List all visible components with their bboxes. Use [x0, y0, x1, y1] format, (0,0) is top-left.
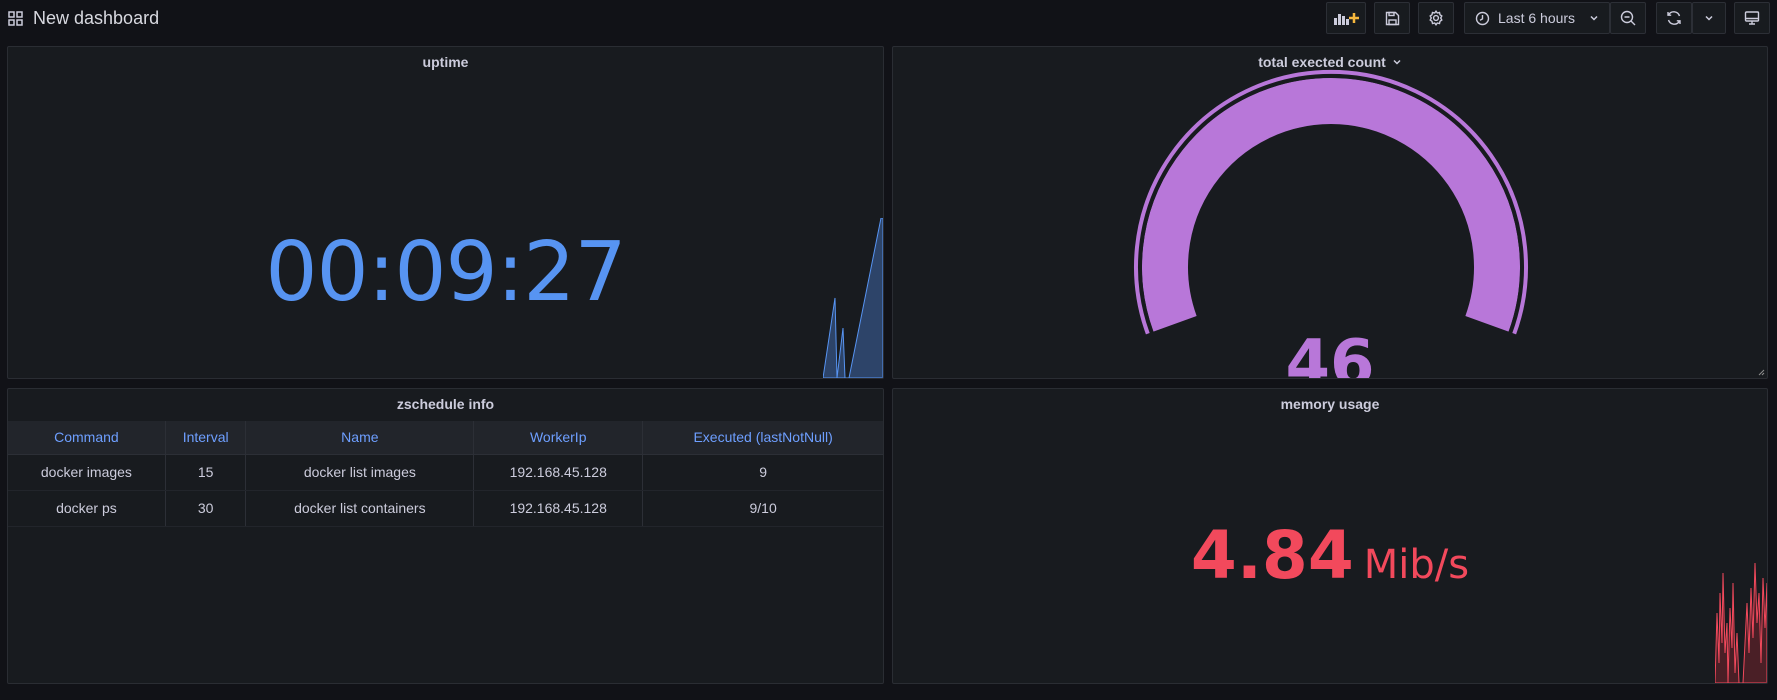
panel-title[interactable]: zschedule info [397, 396, 494, 412]
table-header-row: Command Interval Name WorkerIp Executed … [8, 421, 883, 455]
dashboard-settings-button[interactable] [1418, 2, 1454, 34]
gear-icon [1428, 10, 1444, 26]
table-row: docker ps 30 docker list containers 192.… [8, 490, 883, 527]
dashboard-toolbar: New dashboard Last 6 hours [0, 0, 1777, 38]
table-row: docker images 15 docker list images 192.… [8, 454, 883, 491]
schedule-table: Command Interval Name WorkerIp Executed … [8, 421, 883, 527]
chevron-down-icon [1704, 13, 1714, 23]
save-dashboard-button[interactable] [1374, 2, 1410, 34]
table-cell: 30 [165, 490, 247, 527]
time-range-label: Last 6 hours [1498, 10, 1576, 26]
dashboard-title[interactable]: New dashboard [33, 8, 159, 29]
uptime-value: 00:09:27 [265, 225, 626, 320]
memory-stat: 4.84 Mib/s [893, 517, 1767, 594]
grid-icon [8, 10, 23, 26]
memory-unit: Mib/s [1363, 542, 1470, 588]
table-cell: docker list images [245, 454, 475, 491]
memory-value: 4.84 [1190, 517, 1354, 594]
table-cell: docker list containers [245, 490, 475, 527]
uptime-panel: uptime 00:09:27 [7, 46, 884, 379]
table-cell: 9 [642, 454, 883, 491]
panel-title[interactable]: uptime [423, 54, 469, 70]
table-cell: 15 [165, 454, 247, 491]
executed-count-value: 46 [1285, 327, 1375, 379]
memory-usage-panel: memory usage 4.84 Mib/s [892, 388, 1768, 684]
table-cell: docker images [8, 454, 166, 491]
monitor-icon [1744, 10, 1760, 26]
column-header-command[interactable]: Command [8, 421, 166, 455]
dashboard-title-area: New dashboard [8, 6, 159, 30]
column-header-interval[interactable]: Interval [165, 421, 247, 455]
refresh-icon [1666, 10, 1682, 26]
time-range-picker[interactable]: Last 6 hours [1464, 2, 1610, 34]
tv-mode-button[interactable] [1734, 2, 1770, 34]
clock-icon [1475, 11, 1490, 26]
add-panel-icon [1333, 10, 1359, 26]
zschedule-info-panel: zschedule info Command Interval Name Wor… [7, 388, 884, 684]
table-cell: 192.168.45.128 [473, 454, 644, 491]
zoom-out-button[interactable] [1610, 2, 1646, 34]
add-panel-button[interactable] [1326, 2, 1366, 34]
column-header-name[interactable]: Name [245, 421, 475, 455]
chevron-down-icon [1589, 13, 1599, 23]
table-cell: 192.168.45.128 [473, 490, 644, 527]
column-header-workerip[interactable]: WorkerIp [473, 421, 644, 455]
gauge-fill [1142, 78, 1520, 332]
table-cell: 9/10 [642, 490, 883, 527]
save-icon [1385, 11, 1400, 26]
uptime-sparkline [823, 218, 883, 378]
column-header-executed[interactable]: Executed (lastNotNull) [642, 421, 883, 455]
refresh-button[interactable] [1656, 2, 1692, 34]
zoom-out-icon [1620, 10, 1636, 26]
panel-title[interactable]: memory usage [1281, 396, 1380, 412]
refresh-interval-dropdown[interactable] [1692, 2, 1726, 34]
table-cell: docker ps [8, 490, 166, 527]
memory-sparkline [1715, 562, 1767, 683]
executed-count-panel: total exected count 46 [892, 46, 1768, 379]
panel-resize-handle[interactable] [1758, 369, 1765, 376]
